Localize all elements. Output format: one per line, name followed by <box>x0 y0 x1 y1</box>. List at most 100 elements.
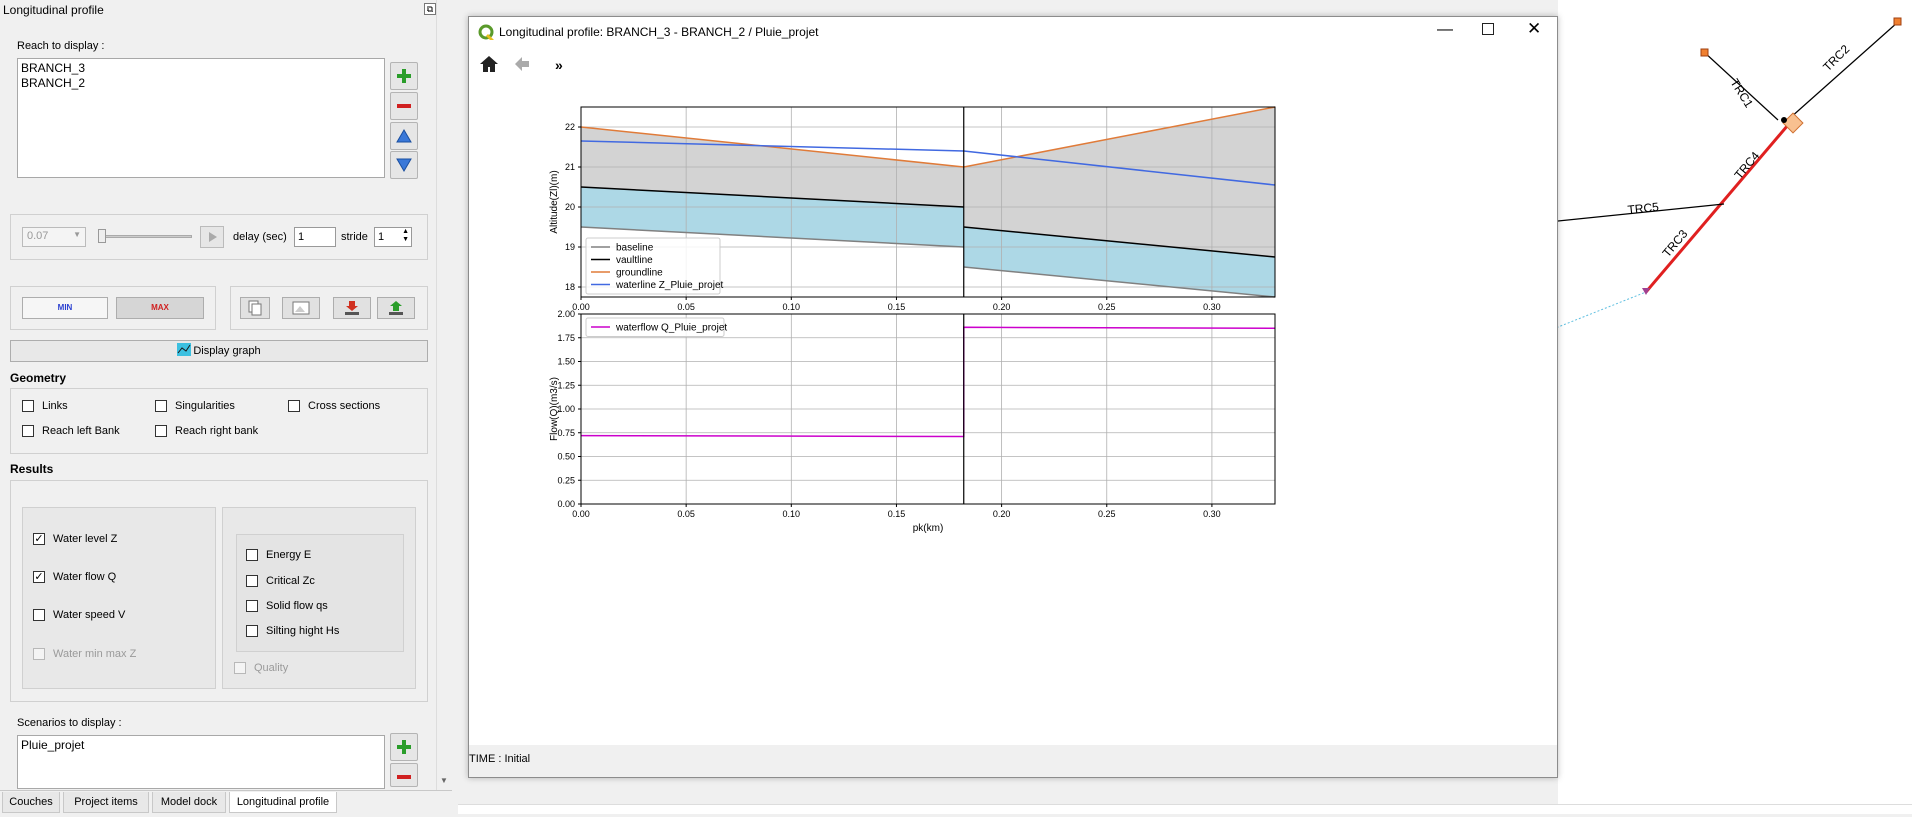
reach-list[interactable]: BRANCH_3 BRANCH_2 <box>17 58 385 178</box>
singularities-checkbox[interactable]: Singularities <box>155 400 235 412</box>
node-marker[interactable] <box>1893 17 1902 26</box>
spin-arrows-icon[interactable]: ▲ ▼ <box>402 228 409 244</box>
y-tick-label: 0.00 <box>557 499 575 509</box>
float-dock-icon[interactable]: ⧉ <box>424 3 436 15</box>
water-minmax-checkbox[interactable]: Water min max Z <box>33 648 136 660</box>
reach-left-label: Reach left Bank <box>42 425 120 437</box>
critical-label: Critical Zc <box>266 575 315 587</box>
move-down-button[interactable] <box>390 151 418 179</box>
maximize-icon[interactable] <box>1482 23 1494 35</box>
save-image-button[interactable] <box>282 297 320 319</box>
legend-label: vaultline <box>616 255 653 266</box>
display-graph-button[interactable]: Display graph <box>10 340 428 362</box>
y-tick-label: 1.00 <box>557 404 575 414</box>
longitudinal-profile-dock: Longitudinal profile ⧉ ✕ Reach to displa… <box>0 0 452 814</box>
dock-title: Longitudinal profile <box>3 3 104 17</box>
window-title: Longitudinal profile: BRANCH_3 - BRANCH_… <box>499 25 819 39</box>
x-tick-label: 0.05 <box>677 302 695 312</box>
legend-label: groundline <box>616 268 663 279</box>
y-tick-label: 2.00 <box>557 309 575 319</box>
quality-checkbox[interactable]: Quality <box>234 662 288 674</box>
solid-flow-checkbox[interactable]: Solid flow qs <box>246 600 328 612</box>
max-button[interactable]: MAX <box>116 297 204 319</box>
reach-left-bank-checkbox[interactable]: Reach left Bank <box>22 425 120 437</box>
plus-icon <box>397 69 411 83</box>
reach-item[interactable]: BRANCH_2 <box>21 76 381 91</box>
reach-label: Reach to display : <box>17 40 105 52</box>
x-tick-label: 0.15 <box>888 302 906 312</box>
critical-checkbox[interactable]: Critical Zc <box>246 575 315 587</box>
junction-marker[interactable] <box>1782 112 1804 134</box>
water-speed-checkbox[interactable]: Water speed V <box>33 609 125 621</box>
add-scenario-button[interactable] <box>390 733 418 761</box>
export-button[interactable] <box>377 297 415 319</box>
x-tick-label: 0.30 <box>1203 509 1221 519</box>
legend-label: waterline Z_Pluie_projet <box>615 280 724 291</box>
reach-right-bank-checkbox[interactable]: Reach right bank <box>155 425 258 437</box>
delay-input[interactable]: 1 <box>294 227 336 247</box>
scroll-down-icon[interactable]: ▼ <box>440 776 448 785</box>
y-tick-label: 0.25 <box>557 475 575 485</box>
stride-label: stride <box>341 231 368 243</box>
x-tick-label: 0.30 <box>1203 302 1221 312</box>
tab-project-items[interactable]: Project items <box>63 792 149 813</box>
minus-icon <box>397 104 411 108</box>
water-flow-label: Water flow Q <box>53 571 117 583</box>
scenario-list[interactable]: Pluie_projet <box>17 735 385 789</box>
water-speed-label: Water speed V <box>53 609 126 621</box>
plot-area[interactable]: 0.00 0.05 0.10 0.15 0.20 0.25 0.30 18 19 20 21 22 Al… <box>469 87 1557 687</box>
y-tick-label: 0.50 <box>557 452 575 462</box>
tab-longitudinal-profile[interactable]: Longitudinal profile <box>229 792 337 813</box>
move-up-button[interactable] <box>390 122 418 150</box>
remove-reach-button[interactable] <box>390 92 418 120</box>
links-checkbox[interactable]: Links <box>22 400 68 412</box>
plus-icon <box>397 740 411 754</box>
geometry-title: Geometry <box>10 371 67 385</box>
profile-window: Longitudinal profile: BRANCH_3 - BRANCH_… <box>468 16 1558 778</box>
tab-model-dock[interactable]: Model dock <box>152 792 226 813</box>
minimize-icon[interactable]: — <box>1437 21 1453 39</box>
back-arrow-icon[interactable] <box>513 55 531 73</box>
node-marker[interactable] <box>1700 48 1709 57</box>
cross-sections-label: Cross sections <box>308 400 381 412</box>
min-button[interactable]: MIN <box>22 297 108 319</box>
energy-checkbox[interactable]: Energy E <box>246 549 311 561</box>
tab-couches[interactable]: Couches <box>2 792 60 813</box>
geometry-box <box>10 388 428 454</box>
add-reach-button[interactable] <box>390 62 418 90</box>
water-flow-checkbox[interactable]: ✓ Water flow Q <box>33 571 116 583</box>
time-slider[interactable] <box>100 235 192 238</box>
dock-scrollbar[interactable]: ▼ <box>436 0 452 790</box>
trc2-line <box>1789 21 1899 119</box>
map-bottom-strip <box>458 804 1912 814</box>
status-bar: TIME : Initial <box>469 745 1557 777</box>
legend-label: waterflow Q_Pluie_projet <box>615 323 727 334</box>
remove-scenario-button[interactable] <box>390 763 418 787</box>
water-level-checkbox[interactable]: ✓ Water level Z <box>33 533 117 545</box>
copy-button[interactable] <box>240 297 270 319</box>
time-select[interactable]: 0.07 ▼ <box>22 227 86 247</box>
x-tick-label: 0.20 <box>993 302 1011 312</box>
slider-handle[interactable] <box>98 229 106 243</box>
silting-label: Silting hight Hs <box>266 625 340 637</box>
minus-icon <box>397 775 411 779</box>
more-tools-icon[interactable]: » <box>555 57 563 73</box>
cross-sections-checkbox[interactable]: Cross sections <box>288 400 380 412</box>
play-icon <box>209 232 217 242</box>
y-axis-label: Flow(Q)(m3/s) <box>549 377 560 441</box>
arrow-down-icon <box>396 158 412 172</box>
map-label: TRC4 <box>1732 149 1763 182</box>
node-point <box>1781 117 1787 123</box>
silting-checkbox[interactable]: Silting hight Hs <box>246 625 339 637</box>
y-tick-label: 1.75 <box>557 333 575 343</box>
close-window-icon[interactable]: ✕ <box>1527 19 1541 39</box>
y-tick-label: 21 <box>565 162 575 172</box>
scenario-item[interactable]: Pluie_projet <box>21 738 381 753</box>
map-canvas[interactable]: TRC1 TRC2 TRC4 TRC5 TRC3 <box>1537 0 1912 814</box>
play-button[interactable] <box>200 226 224 248</box>
x-tick-label: 0.10 <box>783 302 801 312</box>
stride-spinbox[interactable]: 1 ▲ ▼ <box>374 227 412 247</box>
home-icon[interactable] <box>479 55 499 73</box>
import-button[interactable] <box>333 297 371 319</box>
reach-item[interactable]: BRANCH_3 <box>21 61 381 76</box>
